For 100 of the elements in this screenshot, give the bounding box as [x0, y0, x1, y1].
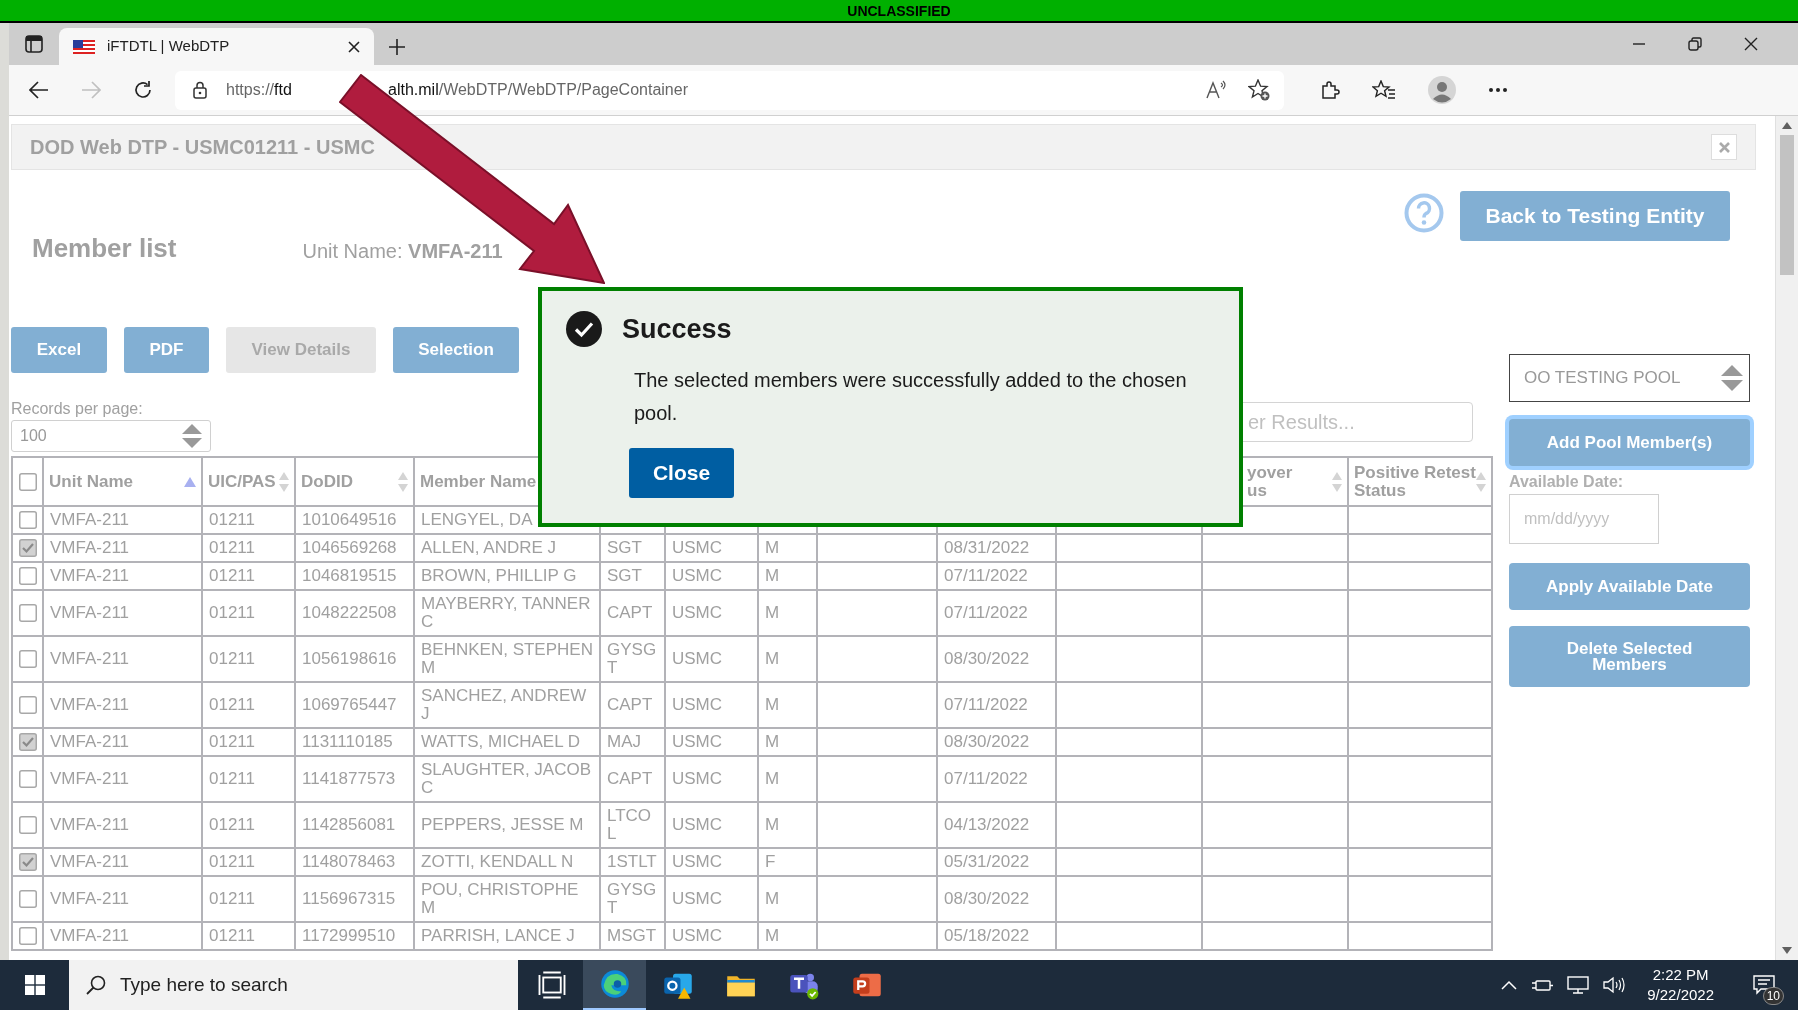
table-cell-text: M — [765, 770, 781, 788]
edge-browser-icon — [599, 969, 630, 999]
close-button[interactable]: Close — [629, 447, 734, 498]
date-field[interactable]: mm/dd/yyyy — [1509, 494, 1659, 544]
table-cell-text: 1069765447 — [302, 696, 398, 714]
back-button[interactable]: Back to Testing Entity — [1460, 191, 1730, 241]
url-text: alth.mil/WebDTP/WebDTP/PageContainer — [388, 80, 688, 100]
table-cell-text: 01211 — [209, 539, 256, 557]
table-cell-text: GYSGT — [607, 641, 658, 677]
volume-icon[interactable] — [1603, 976, 1626, 994]
table-cell-text: LENGYEL, DA — [421, 511, 534, 529]
table-cell-text: M — [765, 650, 781, 668]
flag-icon — [73, 39, 95, 54]
table-cell-text: USMC — [672, 733, 724, 751]
checkbox[interactable] — [18, 650, 37, 668]
search-icon — [86, 975, 106, 995]
table-cell-text: USMC — [672, 604, 724, 622]
table-cell-text: 07/11/2022 — [944, 567, 1029, 585]
table-cell-text: 07/11/2022 — [944, 696, 1029, 714]
power-plug-icon[interactable] — [1531, 977, 1554, 993]
table-cell-text: 01211 — [209, 816, 256, 834]
table-cell-text: CAPT — [607, 604, 654, 622]
checkbox[interactable] — [18, 696, 37, 714]
refresh-icon[interactable] — [133, 80, 153, 100]
table-header-cell[interactable]: Positive Retest Status — [1348, 457, 1492, 506]
table-cell-text: USMC — [672, 853, 724, 871]
table-cell-text: 01211 — [209, 511, 256, 529]
clock[interactable]: 2:22 PM 9/22/2022 — [1639, 965, 1722, 1005]
table-header-cell[interactable]: Unit Name — [43, 457, 202, 506]
checkbox[interactable] — [18, 472, 37, 491]
checkbox[interactable] — [18, 604, 37, 622]
taskbar-search-field[interactable]: Type here to search — [69, 960, 518, 1010]
spinner-icon — [1721, 364, 1743, 392]
table-cell-text: 1156967315 — [302, 890, 397, 908]
chevron-up-icon[interactable] — [1501, 980, 1518, 990]
table-cell-text: 1172999510 — [302, 927, 397, 945]
close-icon — [1718, 141, 1730, 153]
favorite-add-icon[interactable] — [1248, 79, 1270, 101]
task-view-icon — [536, 970, 567, 1000]
action-button[interactable]: PDF — [124, 327, 209, 373]
checkbox[interactable] — [18, 890, 37, 908]
address-bar[interactable]: https://ftd alth.mil/WebDTP/WebDTP/PageContainer — [175, 70, 1284, 110]
table-cell-text: WATTS, MICHAEL D — [421, 733, 581, 751]
close-icon[interactable] — [348, 40, 360, 53]
records-select[interactable]: 100 — [11, 420, 211, 452]
table-cell-text: SGT — [607, 567, 643, 585]
table-cell-text: VMFA-211 — [50, 511, 131, 529]
scroll-up-icon[interactable] — [1782, 122, 1792, 129]
table-cell-text: LTCOL — [607, 807, 653, 843]
checkbox[interactable] — [18, 927, 37, 945]
checkbox[interactable] — [18, 567, 37, 585]
action-button[interactable]: Excel — [11, 327, 107, 373]
table-cell-text: 05/18/2022 — [944, 927, 1031, 945]
table-cell-text: SANCHEZ, ANDREW J — [421, 687, 588, 723]
windows-start-icon[interactable] — [24, 975, 45, 995]
pool-select[interactable]: OO TESTING POOL — [1509, 354, 1750, 402]
table-header-cell[interactable]: UIC/PAS — [202, 457, 295, 506]
close-icon[interactable] — [1744, 37, 1758, 51]
table-header-cell[interactable]: DoDID — [295, 457, 414, 506]
extensions-icon[interactable] — [1320, 80, 1340, 100]
check-circle-icon — [566, 311, 602, 348]
action-button[interactable]: Selection — [393, 327, 519, 373]
table-cell-text: USMC — [672, 816, 724, 834]
checkbox[interactable] — [18, 816, 37, 834]
more-icon[interactable] — [1488, 87, 1508, 93]
favorites-icon[interactable] — [1372, 80, 1396, 100]
checkbox[interactable] — [18, 733, 37, 751]
apply-date-button[interactable]: Apply Available Date — [1509, 563, 1750, 610]
table-cell-text: 08/31/2022 — [944, 539, 1031, 557]
scrollbar-thumb[interactable] — [1780, 135, 1794, 275]
table-cell-text: 01211 — [209, 650, 256, 668]
table-cell-text: 1056198616 — [302, 650, 398, 668]
sidebar-icon[interactable] — [25, 35, 43, 53]
table-cell-text: 01211 — [209, 696, 256, 714]
checkbox[interactable] — [18, 853, 37, 871]
browser-tab[interactable]: iFTDTL | WebDTP — [59, 28, 374, 65]
table-cell-text: M — [765, 604, 781, 622]
table-cell-text: M — [765, 927, 781, 945]
restore-icon[interactable] — [1688, 37, 1702, 51]
back-icon[interactable] — [29, 81, 49, 99]
network-icon[interactable] — [1567, 976, 1590, 994]
table-cell-text: USMC — [672, 696, 724, 714]
table-cell-text: PARRISH, LANCE J — [421, 927, 576, 945]
table-cell-text: VMFA-211 — [50, 650, 131, 668]
checkbox[interactable] — [18, 539, 37, 557]
table-cell-text: 1046819515 — [302, 567, 398, 585]
scrollbar[interactable] — [1775, 116, 1798, 960]
table-cell-text: MAJ — [607, 733, 642, 751]
notification-count: 10 — [1762, 987, 1784, 1005]
delete-members-button[interactable]: Delete Selected Members — [1509, 626, 1750, 687]
table-cell-text: VMFA-211 — [50, 927, 131, 945]
new-tab-icon[interactable] — [388, 37, 406, 56]
read-aloud-icon[interactable] — [1206, 80, 1228, 100]
profile-avatar-icon[interactable] — [1428, 76, 1456, 104]
checkbox[interactable] — [18, 770, 37, 788]
table-cell-text: 01211 — [209, 890, 256, 908]
table-cell-text: 01211 — [209, 604, 256, 622]
checkbox[interactable] — [18, 511, 37, 529]
scroll-down-icon[interactable] — [1782, 947, 1792, 954]
table-cell-text: VMFA-211 — [50, 567, 131, 585]
